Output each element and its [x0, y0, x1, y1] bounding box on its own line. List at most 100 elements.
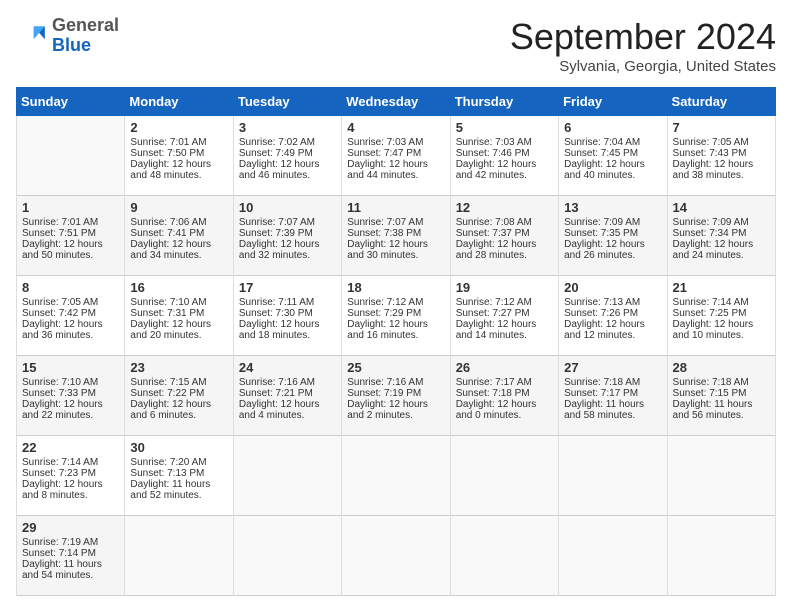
header-thursday: Thursday — [450, 88, 558, 116]
sunset-text: Sunset: 7:17 PM — [564, 388, 661, 399]
sunset-text: Sunset: 7:50 PM — [130, 148, 227, 159]
sunrise-text: Sunrise: 7:16 AM — [239, 377, 336, 388]
sunrise-text: Sunrise: 7:03 AM — [456, 137, 553, 148]
daylight-text: Daylight: 12 hours and 46 minutes. — [239, 159, 336, 181]
sunrise-text: Sunrise: 7:13 AM — [564, 297, 661, 308]
daylight-text: Daylight: 12 hours and 18 minutes. — [239, 319, 336, 341]
sunrise-text: Sunrise: 7:16 AM — [347, 377, 444, 388]
sunrise-text: Sunrise: 7:08 AM — [456, 217, 553, 228]
daylight-text: Daylight: 11 hours and 54 minutes. — [22, 559, 119, 581]
day-number: 6 — [564, 120, 661, 135]
sunset-text: Sunset: 7:13 PM — [130, 468, 227, 479]
day-number: 2 — [130, 120, 227, 135]
sunrise-text: Sunrise: 7:07 AM — [347, 217, 444, 228]
calendar-week-row: 15Sunrise: 7:10 AMSunset: 7:33 PMDayligh… — [17, 356, 776, 436]
sunrise-text: Sunrise: 7:12 AM — [347, 297, 444, 308]
header-tuesday: Tuesday — [233, 88, 341, 116]
calendar-week-row: 22Sunrise: 7:14 AMSunset: 7:23 PMDayligh… — [17, 436, 776, 516]
day-number: 15 — [22, 360, 119, 375]
daylight-text: Daylight: 12 hours and 14 minutes. — [456, 319, 553, 341]
header-monday: Monday — [125, 88, 233, 116]
sunrise-text: Sunrise: 7:03 AM — [347, 137, 444, 148]
day-number: 1 — [22, 200, 119, 215]
calendar-cell: 14Sunrise: 7:09 AMSunset: 7:34 PMDayligh… — [667, 196, 775, 276]
sunset-text: Sunset: 7:37 PM — [456, 228, 553, 239]
sunset-text: Sunset: 7:22 PM — [130, 388, 227, 399]
sunrise-text: Sunrise: 7:18 AM — [673, 377, 770, 388]
calendar-week-row: 8Sunrise: 7:05 AMSunset: 7:42 PMDaylight… — [17, 276, 776, 356]
calendar-cell: 8Sunrise: 7:05 AMSunset: 7:42 PMDaylight… — [17, 276, 125, 356]
calendar-cell: 7Sunrise: 7:05 AMSunset: 7:43 PMDaylight… — [667, 116, 775, 196]
title-section: September 2024 Sylvania, Georgia, United… — [510, 16, 776, 75]
calendar-week-row: 2Sunrise: 7:01 AMSunset: 7:50 PMDaylight… — [17, 116, 776, 196]
sunrise-text: Sunrise: 7:01 AM — [22, 217, 119, 228]
daylight-text: Daylight: 12 hours and 28 minutes. — [456, 239, 553, 261]
day-number: 14 — [673, 200, 770, 215]
day-number: 27 — [564, 360, 661, 375]
sunrise-text: Sunrise: 7:20 AM — [130, 457, 227, 468]
daylight-text: Daylight: 11 hours and 56 minutes. — [673, 399, 770, 421]
sunset-text: Sunset: 7:23 PM — [22, 468, 119, 479]
calendar-cell — [559, 516, 667, 596]
daylight-text: Daylight: 12 hours and 38 minutes. — [673, 159, 770, 181]
sunrise-text: Sunrise: 7:07 AM — [239, 217, 336, 228]
header-saturday: Saturday — [667, 88, 775, 116]
calendar-cell: 17Sunrise: 7:11 AMSunset: 7:30 PMDayligh… — [233, 276, 341, 356]
calendar-cell: 3Sunrise: 7:02 AMSunset: 7:49 PMDaylight… — [233, 116, 341, 196]
calendar-cell — [233, 516, 341, 596]
sunset-text: Sunset: 7:33 PM — [22, 388, 119, 399]
calendar-cell: 20Sunrise: 7:13 AMSunset: 7:26 PMDayligh… — [559, 276, 667, 356]
sunset-text: Sunset: 7:39 PM — [239, 228, 336, 239]
header-wednesday: Wednesday — [342, 88, 450, 116]
day-number: 20 — [564, 280, 661, 295]
day-number: 17 — [239, 280, 336, 295]
daylight-text: Daylight: 12 hours and 32 minutes. — [239, 239, 336, 261]
calendar-cell: 4Sunrise: 7:03 AMSunset: 7:47 PMDaylight… — [342, 116, 450, 196]
sunset-text: Sunset: 7:26 PM — [564, 308, 661, 319]
header-sunday: Sunday — [17, 88, 125, 116]
day-number: 13 — [564, 200, 661, 215]
sunset-text: Sunset: 7:19 PM — [347, 388, 444, 399]
sunrise-text: Sunrise: 7:01 AM — [130, 137, 227, 148]
day-number: 7 — [673, 120, 770, 135]
calendar-subtitle: Sylvania, Georgia, United States — [510, 58, 776, 75]
calendar-cell — [125, 516, 233, 596]
day-number: 25 — [347, 360, 444, 375]
day-number: 12 — [456, 200, 553, 215]
sunset-text: Sunset: 7:43 PM — [673, 148, 770, 159]
sunrise-text: Sunrise: 7:15 AM — [130, 377, 227, 388]
sunset-text: Sunset: 7:30 PM — [239, 308, 336, 319]
day-number: 19 — [456, 280, 553, 295]
sunrise-text: Sunrise: 7:09 AM — [564, 217, 661, 228]
sunset-text: Sunset: 7:38 PM — [347, 228, 444, 239]
day-number: 9 — [130, 200, 227, 215]
calendar-cell: 26Sunrise: 7:17 AMSunset: 7:18 PMDayligh… — [450, 356, 558, 436]
day-number: 5 — [456, 120, 553, 135]
daylight-text: Daylight: 12 hours and 22 minutes. — [22, 399, 119, 421]
daylight-text: Daylight: 12 hours and 48 minutes. — [130, 159, 227, 181]
calendar-cell: 23Sunrise: 7:15 AMSunset: 7:22 PMDayligh… — [125, 356, 233, 436]
sunset-text: Sunset: 7:18 PM — [456, 388, 553, 399]
sunset-text: Sunset: 7:27 PM — [456, 308, 553, 319]
sunset-text: Sunset: 7:41 PM — [130, 228, 227, 239]
logo-text: General Blue — [52, 16, 119, 56]
header-friday: Friday — [559, 88, 667, 116]
daylight-text: Daylight: 12 hours and 26 minutes. — [564, 239, 661, 261]
calendar-title: September 2024 — [510, 16, 776, 58]
day-number: 26 — [456, 360, 553, 375]
sunset-text: Sunset: 7:14 PM — [22, 548, 119, 559]
sunset-text: Sunset: 7:34 PM — [673, 228, 770, 239]
daylight-text: Daylight: 12 hours and 44 minutes. — [347, 159, 444, 181]
calendar-cell: 10Sunrise: 7:07 AMSunset: 7:39 PMDayligh… — [233, 196, 341, 276]
daylight-text: Daylight: 12 hours and 42 minutes. — [456, 159, 553, 181]
logo-icon — [16, 20, 48, 52]
sunrise-text: Sunrise: 7:04 AM — [564, 137, 661, 148]
daylight-text: Daylight: 12 hours and 50 minutes. — [22, 239, 119, 261]
sunrise-text: Sunrise: 7:09 AM — [673, 217, 770, 228]
sunrise-text: Sunrise: 7:17 AM — [456, 377, 553, 388]
day-number: 29 — [22, 520, 119, 535]
day-number: 11 — [347, 200, 444, 215]
calendar-cell: 11Sunrise: 7:07 AMSunset: 7:38 PMDayligh… — [342, 196, 450, 276]
daylight-text: Daylight: 12 hours and 4 minutes. — [239, 399, 336, 421]
daylight-text: Daylight: 12 hours and 16 minutes. — [347, 319, 444, 341]
